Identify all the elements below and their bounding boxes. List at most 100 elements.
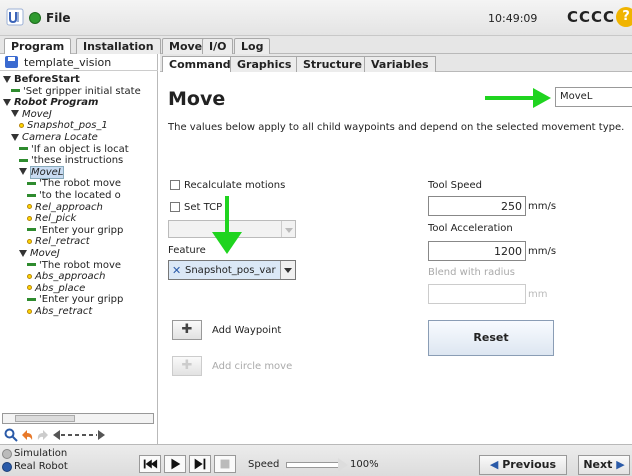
add-waypoint-button[interactable]: ✚ bbox=[172, 320, 202, 340]
tree-scrollbar[interactable] bbox=[2, 413, 154, 424]
tree-node-label: MoveL bbox=[30, 165, 65, 179]
tree-node[interactable]: 'Enter your gripp bbox=[27, 294, 123, 305]
checkbox-box[interactable] bbox=[170, 202, 180, 212]
previous-button[interactable]: ◀ Previous bbox=[479, 455, 567, 475]
expand-triangle-icon[interactable] bbox=[19, 168, 27, 176]
tree-node-label: MoveJ bbox=[30, 248, 60, 259]
checkbox-box[interactable] bbox=[170, 180, 180, 190]
tab-io[interactable]: I/O bbox=[202, 38, 234, 54]
tree-node[interactable]: MoveJ bbox=[19, 248, 60, 259]
file-status-icon bbox=[29, 12, 41, 24]
green-arrow-right-icon bbox=[485, 88, 551, 108]
tree-node[interactable]: 'The robot move bbox=[27, 178, 121, 189]
chevron-down-icon bbox=[281, 221, 295, 237]
green-arrow-down-icon bbox=[212, 196, 242, 254]
save-icon[interactable] bbox=[5, 56, 18, 68]
blend-radius-label: Blend with radius bbox=[428, 267, 515, 278]
tree-node[interactable]: Rel_pick bbox=[27, 213, 76, 224]
comment-icon bbox=[11, 89, 20, 93]
tree-node[interactable]: Robot Program bbox=[3, 97, 98, 108]
tree-node[interactable]: MoveL bbox=[19, 165, 65, 179]
tab-program[interactable]: Program bbox=[4, 38, 72, 55]
tool-acceleration-input[interactable]: 1200 bbox=[428, 241, 526, 261]
tab-variables[interactable]: Variables bbox=[364, 56, 436, 72]
expand-triangle-icon[interactable] bbox=[11, 133, 19, 141]
expand-triangle-icon[interactable] bbox=[19, 249, 27, 257]
reset-button[interactable]: Reset bbox=[428, 320, 554, 356]
main-tabs: Program Installation Move I/O Log bbox=[0, 36, 632, 55]
tree-node[interactable]: 'The robot move bbox=[27, 260, 121, 271]
tree-node[interactable]: 'Enter your gripp bbox=[27, 225, 123, 236]
tree-node[interactable]: Snapshot_pos_1 bbox=[19, 120, 108, 131]
program-name: template_vision bbox=[24, 56, 112, 69]
tree-node[interactable]: 'If an object is locat bbox=[19, 144, 129, 155]
tool-speed-input[interactable]: 250 bbox=[428, 196, 526, 216]
tree-node[interactable]: 'to the located o bbox=[27, 190, 121, 201]
move-arrows-icon[interactable] bbox=[52, 428, 106, 442]
tree-node[interactable]: Camera Locate bbox=[11, 132, 98, 143]
tab-command[interactable]: Command bbox=[162, 56, 238, 73]
tree-node[interactable]: Abs_approach bbox=[27, 271, 105, 282]
waypoint-icon bbox=[27, 308, 32, 314]
expand-triangle-icon[interactable] bbox=[3, 75, 11, 83]
tree-node-label: Robot Program bbox=[14, 97, 99, 109]
tree-node-label: Abs_approach bbox=[35, 271, 106, 283]
tree-node[interactable]: Rel_approach bbox=[27, 202, 103, 213]
redo-icon[interactable] bbox=[36, 428, 50, 442]
tree-node[interactable]: Abs_place bbox=[27, 283, 85, 294]
rewind-icon[interactable] bbox=[139, 455, 161, 473]
stop-icon[interactable] bbox=[214, 455, 236, 473]
tree-node-label: Abs_retract bbox=[35, 306, 93, 317]
simulation-radio[interactable] bbox=[2, 449, 12, 459]
tool-acceleration-label: Tool Acceleration bbox=[428, 223, 513, 234]
tab-installation[interactable]: Installation bbox=[76, 38, 161, 54]
clock: 10:49:09 bbox=[488, 12, 538, 25]
tab-structure[interactable]: Structure bbox=[296, 56, 369, 72]
expand-triangle-icon[interactable] bbox=[3, 98, 11, 106]
tree-node[interactable]: BeforeStart bbox=[3, 74, 80, 85]
tab-graphics[interactable]: Graphics bbox=[230, 56, 299, 72]
feature-x-icon: ✕ bbox=[172, 264, 182, 277]
tree-node-label: 'The robot move bbox=[39, 259, 122, 271]
tree-node-label: MoveJ bbox=[22, 108, 52, 120]
tab-log[interactable]: Log bbox=[234, 38, 271, 54]
speed-value: 100% bbox=[350, 459, 379, 470]
tree-node[interactable]: Abs_retract bbox=[27, 306, 92, 317]
play-icon[interactable] bbox=[164, 455, 186, 473]
tree-node-label: 'these instructions bbox=[31, 155, 124, 167]
program-tree[interactable]: BeforeStart 'Set gripper initial state Rob… bbox=[0, 72, 156, 407]
sub-tabs: Command Graphics Structure Variables bbox=[160, 54, 632, 73]
robot-name: CCCC bbox=[567, 8, 616, 26]
tree-node[interactable]: 'these instructions bbox=[19, 155, 123, 166]
real-robot-radio[interactable] bbox=[2, 462, 12, 472]
add-circle-move-label: Add circle move bbox=[212, 361, 293, 372]
recalculate-checkbox[interactable]: Recalculate motions bbox=[170, 180, 285, 192]
speed-slider-thumb[interactable] bbox=[338, 458, 348, 472]
comment-icon bbox=[27, 297, 36, 301]
search-icon[interactable] bbox=[4, 428, 18, 442]
tree-node[interactable]: 'Set gripper initial state bbox=[11, 86, 141, 97]
next-button[interactable]: Next ▶ bbox=[578, 455, 630, 475]
blend-radius-input bbox=[428, 284, 526, 304]
recalculate-label: Recalculate motions bbox=[184, 180, 286, 191]
speed-slider[interactable] bbox=[286, 462, 340, 468]
add-waypoint-label: Add Waypoint bbox=[212, 325, 282, 336]
comment-icon bbox=[27, 228, 36, 232]
tree-node-label: Camera Locate bbox=[22, 132, 98, 143]
help-icon[interactable]: ? bbox=[616, 7, 632, 27]
tree-node-label: Abs_place bbox=[35, 282, 86, 294]
file-menu[interactable]: File bbox=[46, 11, 71, 25]
add-circle-move-button[interactable]: ✚ bbox=[172, 356, 202, 376]
tree-node[interactable]: Rel_retract bbox=[27, 236, 90, 247]
expand-triangle-icon[interactable] bbox=[11, 110, 19, 118]
program-header: template_vision bbox=[0, 54, 158, 71]
chevron-down-icon[interactable] bbox=[280, 261, 295, 279]
feature-select[interactable]: ✕ Snapshot_pos_var bbox=[168, 260, 296, 280]
step-icon[interactable] bbox=[189, 455, 211, 473]
page-title: Move bbox=[168, 88, 226, 110]
feature-label: Feature bbox=[168, 245, 206, 256]
move-type-select[interactable]: MoveL bbox=[555, 87, 632, 107]
undo-icon[interactable] bbox=[20, 428, 34, 442]
tree-node[interactable]: MoveJ bbox=[11, 109, 52, 120]
scrollbar-thumb[interactable] bbox=[15, 415, 75, 422]
